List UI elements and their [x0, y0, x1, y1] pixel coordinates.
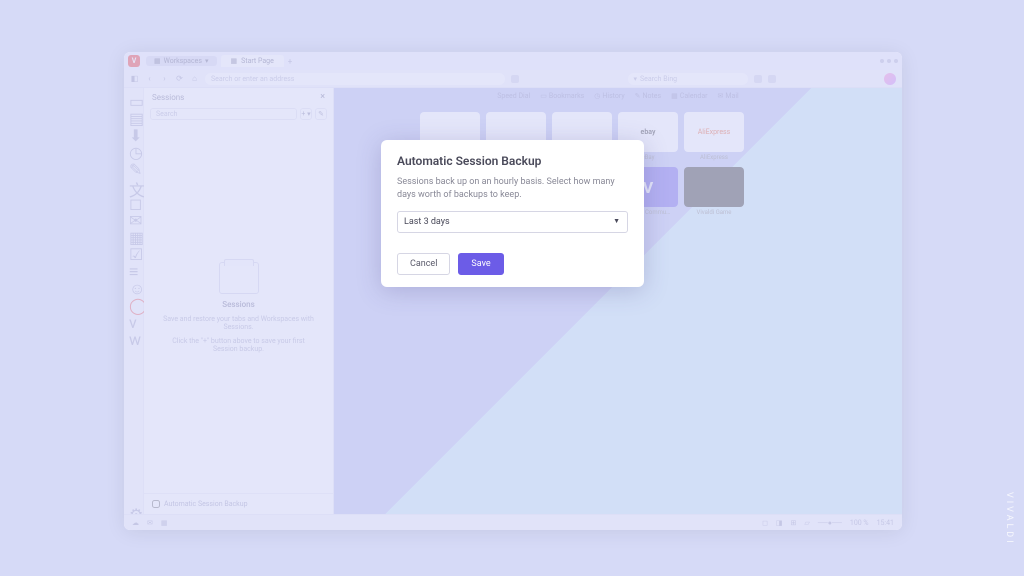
zoom-slider[interactable]: ──●──	[818, 519, 842, 527]
translate-icon[interactable]: 文	[129, 177, 138, 186]
home-icon[interactable]: ⌂	[190, 74, 199, 83]
close-panel-icon[interactable]: ×	[320, 92, 325, 102]
tasks-icon[interactable]: ☑	[129, 245, 138, 254]
feeds-icon[interactable]: ≡	[129, 262, 138, 271]
empty-box-icon	[219, 262, 259, 294]
extension-icon-2[interactable]	[754, 75, 762, 83]
sessions-icon[interactable]: ◯	[129, 296, 138, 305]
sync-icon[interactable]: ☁	[132, 519, 139, 527]
nav-notes[interactable]: ✎ Notes	[635, 92, 661, 100]
reading-list-icon[interactable]: ▤	[129, 109, 138, 118]
settings-icon[interactable]: ⚙	[129, 505, 138, 514]
nav-calendar[interactable]: ▦ Calendar	[671, 92, 707, 100]
calendar-icon[interactable]: ▦	[129, 228, 138, 237]
new-tab-button[interactable]: +	[288, 57, 293, 66]
cancel-button[interactable]: Cancel	[397, 253, 450, 275]
panel-toggle-icon[interactable]: ◧	[130, 74, 139, 83]
images-toggle-icon[interactable]: ▱	[804, 519, 809, 527]
mail-icon[interactable]: ✉	[129, 211, 138, 220]
calendar-status-icon[interactable]: ▦	[161, 519, 168, 527]
bookmarks-icon[interactable]: ▭	[129, 92, 138, 101]
tile-vivaldi-game[interactable]	[684, 167, 744, 207]
search-input[interactable]: ▾ Search Bing	[628, 73, 748, 85]
nav-history[interactable]: ◷ History	[594, 92, 624, 100]
zoom-value: 100 %	[850, 519, 869, 527]
download-icon[interactable]	[768, 75, 776, 83]
capture-icon[interactable]: ◨	[776, 519, 783, 527]
backup-duration-select[interactable]: Last 3 days	[397, 211, 628, 233]
contacts-icon[interactable]: ☺	[129, 279, 138, 288]
tab-start-page[interactable]: ▦ Start Page	[221, 55, 284, 67]
clock: 15:41	[877, 519, 894, 527]
window-icon[interactable]: ◻	[129, 194, 138, 203]
nav-bookmarks[interactable]: ▭ Bookmarks	[540, 92, 584, 100]
workspaces-button[interactable]: ▦ Workspaces ▾	[146, 56, 217, 66]
panel-title: Sessions	[152, 93, 184, 102]
modal-description: Sessions back up on an hourly basis. Sel…	[397, 176, 628, 201]
save-button[interactable]: Save	[458, 253, 503, 275]
reload-icon[interactable]: ⟳	[175, 74, 184, 83]
panel-empty-state: Sessions Save and restore your tabs and …	[144, 122, 333, 493]
notes-icon[interactable]: ✎	[129, 160, 138, 169]
forward-icon[interactable]: ›	[160, 74, 169, 83]
url-input[interactable]: Search or enter an address	[205, 73, 505, 85]
panel-search-input[interactable]: Search	[150, 108, 297, 120]
add-session-button[interactable]: + ▾	[300, 108, 312, 120]
profile-avatar[interactable]	[884, 73, 896, 85]
downloads-icon[interactable]: ⬇	[129, 126, 138, 135]
vivaldi-logo-icon[interactable]: V	[128, 55, 140, 67]
tile-aliexpress[interactable]: AliExpress	[684, 112, 744, 152]
back-icon[interactable]: ‹	[145, 74, 154, 83]
vivaldi-watermark: VIVALDI	[1004, 492, 1014, 546]
nav-mail[interactable]: ✉ Mail	[718, 92, 739, 100]
wiki-icon[interactable]: w	[129, 330, 138, 339]
modal-title: Automatic Session Backup	[397, 154, 628, 168]
address-bar: ◧ ‹ › ⟳ ⌂ Search or enter an address ▾ S…	[124, 70, 902, 88]
side-toolbar: ▭ ▤ ⬇ ◷ ✎ 文 ◻ ✉ ▦ ☑ ≡ ☺ ◯ v w ⚙	[124, 88, 144, 514]
panel-footer: Automatic Session Backup	[144, 493, 333, 514]
mail-status-icon[interactable]: ✉	[147, 519, 153, 527]
start-page-nav: Speed Dial ▭ Bookmarks ◷ History ✎ Notes…	[334, 92, 902, 100]
sessions-panel: Sessions × Search + ▾ ✎ Sessions Save an…	[144, 88, 334, 514]
status-bar: ☁ ✉ ▦ ◻ ◨ ⊞ ▱ ──●── 100 % 15:41	[124, 514, 902, 530]
break-icon[interactable]: ◻	[762, 519, 768, 527]
nav-speed-dial[interactable]: Speed Dial	[497, 92, 530, 100]
history-icon[interactable]: ◷	[129, 143, 138, 152]
v-icon[interactable]: v	[129, 313, 138, 322]
auto-backup-checkbox[interactable]	[152, 500, 160, 508]
tiling-icon[interactable]: ⊞	[791, 519, 797, 527]
extension-icon[interactable]	[511, 75, 519, 83]
auto-backup-modal: Automatic Session Backup Sessions back u…	[381, 140, 644, 287]
window-controls[interactable]	[880, 59, 898, 63]
titlebar: V ▦ Workspaces ▾ ▦ Start Page +	[124, 52, 902, 70]
edit-session-button[interactable]: ✎	[315, 108, 327, 120]
